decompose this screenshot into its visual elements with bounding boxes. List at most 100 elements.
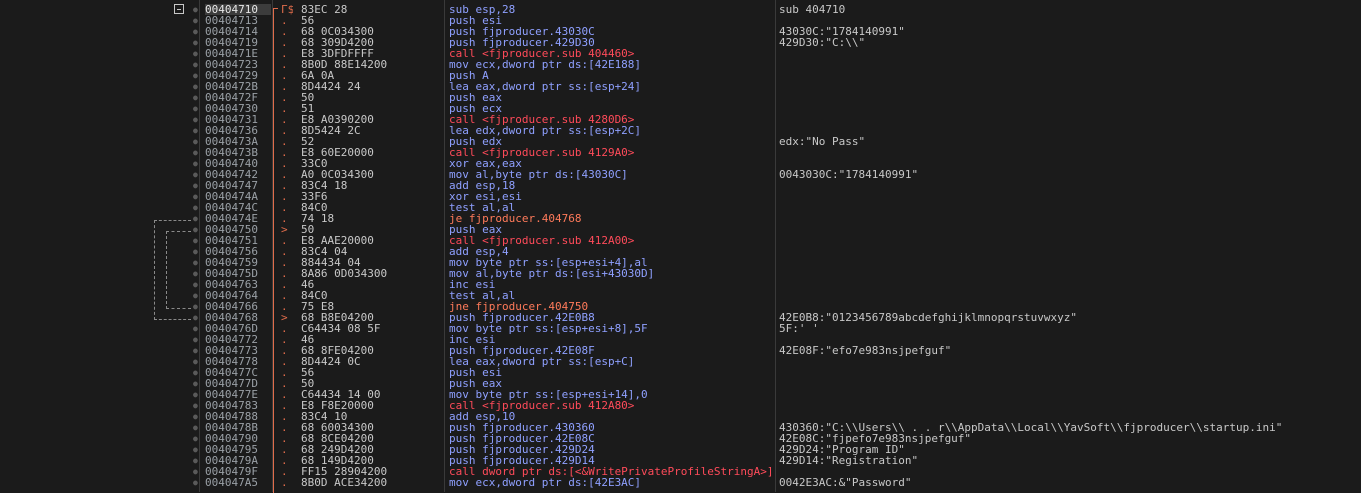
instruction-cell: lea edx,dword ptr ss:[esp+2C] [449, 125, 642, 136]
disasm-row[interactable]: ● 00404756. 83C4 04 add esp,4 [0, 246, 1361, 257]
breakpoint-dot-icon[interactable]: ● [193, 246, 201, 257]
disasm-row[interactable]: ● 0040474C. 84C0 test al,al [0, 202, 1361, 213]
disasm-row[interactable]: ● 00404731. E8 A0390200 call <fjproducer.su… [0, 114, 1361, 125]
disasm-row[interactable]: ● 00404795. 68 249D4200 push fjproducer.429… [0, 444, 1361, 455]
disasm-row[interactable]: ● 00404763. 46 inc esi [0, 279, 1361, 290]
comment-cell: 42E0B8:"0123456789abcdefghijklmnopqrstuv… [779, 312, 1078, 323]
breakpoint-dot-icon[interactable]: ● [193, 455, 201, 466]
breakpoint-dot-icon[interactable]: ● [193, 477, 201, 488]
breakpoint-dot-icon[interactable]: ● [193, 301, 201, 312]
disasm-row[interactable]: ● 0040477D. 50 push eax [0, 378, 1361, 389]
breakpoint-dot-icon[interactable]: ● [193, 224, 201, 235]
breakpoint-dot-icon[interactable]: ● [193, 48, 201, 59]
breakpoint-dot-icon[interactable]: ● [193, 411, 201, 422]
breakpoint-dot-icon[interactable]: ● [193, 389, 201, 400]
disassembly-view[interactable]: ● 00404710 Γ$ 83EC 28 sub esp,28 sub_404710 ● 0… [0, 4, 1361, 488]
instruction-cell: push eax [449, 378, 502, 389]
disasm-row[interactable]: ● 00404773. 68 8FE04200 push fjproducer.42E… [0, 345, 1361, 356]
disasm-row[interactable]: ● 00404764. 84C0 test al,al [0, 290, 1361, 301]
disasm-row[interactable]: ● 0040478B. 68 60034300 push fjproducer.430… [0, 422, 1361, 433]
disasm-row[interactable]: ● 00404713. 56 push esi [0, 15, 1361, 26]
instruction-cell: jne fjproducer.404750 [449, 301, 589, 312]
breakpoint-dot-icon[interactable]: ● [193, 103, 201, 114]
disasm-row[interactable]: ● 00404729. 6A 0A push A [0, 70, 1361, 81]
disasm-row[interactable]: ● 004047A5. 8B0D ACE34200 mov ecx,dword ptr… [0, 477, 1361, 488]
breakpoint-dot-icon[interactable]: ● [193, 279, 201, 290]
disasm-row[interactable]: ● 0040475D. 8A86 0D034300 mov al,byte ptr d… [0, 268, 1361, 279]
breakpoint-dot-icon[interactable]: ● [193, 213, 201, 224]
disasm-row[interactable]: ● 00404723. 8B0D 88E14200 mov ecx,dword ptr… [0, 59, 1361, 70]
breakpoint-dot-icon[interactable]: ● [193, 37, 201, 48]
disasm-row[interactable]: ● 0040477E. C64434 14 00 mov byte ptr ss:[e… [0, 389, 1361, 400]
breakpoint-dot-icon[interactable]: ● [193, 323, 201, 334]
breakpoint-dot-icon[interactable]: ● [193, 136, 201, 147]
disasm-row[interactable]: ● 00404719. 68 309D4200 push fjproducer.429… [0, 37, 1361, 48]
breakpoint-dot-icon[interactable]: ● [193, 125, 201, 136]
breakpoint-dot-icon[interactable]: ● [193, 114, 201, 125]
breakpoint-dot-icon[interactable]: ● [193, 158, 201, 169]
breakpoint-dot-icon[interactable]: ● [193, 180, 201, 191]
disasm-row[interactable]: ● 00404714. 68 0C034300 push fjproducer.430… [0, 26, 1361, 37]
flow-flag-cell: . [281, 345, 288, 356]
breakpoint-dot-icon[interactable]: ● [193, 422, 201, 433]
address-cell: 00404773 [205, 345, 258, 356]
disasm-row[interactable]: ● 00404766. 75 E8 jne fjproducer.404750 [0, 301, 1361, 312]
breakpoint-dot-icon[interactable]: ● [193, 400, 201, 411]
disasm-row[interactable]: ● 00404778. 8D4424 0C lea eax,dword ptr ss:… [0, 356, 1361, 367]
disasm-row[interactable]: ● 0040471E. E8 3DFDFFFF call <fjproducer.su… [0, 48, 1361, 59]
disasm-row[interactable]: ● 00404747. 83C4 18 add esp,18 [0, 180, 1361, 191]
disasm-row[interactable]: ● 00404730. 51 push ecx [0, 103, 1361, 114]
disasm-row[interactable]: ● 0040479F. FF15 28904200 call dword ptr ds… [0, 466, 1361, 477]
breakpoint-dot-icon[interactable]: ● [193, 257, 201, 268]
breakpoint-dot-icon[interactable]: ● [193, 4, 201, 15]
breakpoint-dot-icon[interactable]: ● [193, 191, 201, 202]
disasm-row[interactable]: ● 0040473A. 52 push edx edx:"No Pass" [0, 136, 1361, 147]
breakpoint-dot-icon[interactable]: ● [193, 92, 201, 103]
disasm-row[interactable]: ● 0040472F. 50 push eax [0, 92, 1361, 103]
disasm-row[interactable]: ● 00404783. E8 F8E20000 call <fjproducer.su… [0, 400, 1361, 411]
disasm-row[interactable]: ● 00404750 >50 push eax [0, 224, 1361, 235]
breakpoint-dot-icon[interactable]: ● [193, 367, 201, 378]
disasm-row[interactable]: ● 00404742. A0 0C034300 mov al,byte ptr ds:… [0, 169, 1361, 180]
comment-cell: 429D30:"C:\\" [779, 37, 866, 48]
instruction-cell: push fjproducer.430360 [449, 422, 595, 433]
breakpoint-dot-icon[interactable]: ● [193, 147, 201, 158]
disasm-row[interactable]: ● 00404751. E8 AAE20000 call <fjproducer.su… [0, 235, 1361, 246]
breakpoint-dot-icon[interactable]: ● [193, 378, 201, 389]
disasm-row[interactable]: ● 00404768 >68 B8E04200 push fjproducer.42E… [0, 312, 1361, 323]
disasm-row[interactable]: ● 00404788. 83C4 10 add esp,10 [0, 411, 1361, 422]
disasm-row[interactable]: ● 0040477C. 56 push esi [0, 367, 1361, 378]
disasm-row[interactable]: ● 0040473B. E8 60E20000 call <fjproducer.su… [0, 147, 1361, 158]
disasm-row[interactable]: ● 00404790. 68 8CE04200 push fjproducer.42E… [0, 433, 1361, 444]
breakpoint-dot-icon[interactable]: ● [193, 59, 201, 70]
breakpoint-dot-icon[interactable]: ● [193, 15, 201, 26]
breakpoint-dot-icon[interactable]: ● [193, 345, 201, 356]
flow-flag-cell: . [281, 323, 288, 334]
breakpoint-dot-icon[interactable]: ● [193, 334, 201, 345]
breakpoint-dot-icon[interactable]: ● [193, 356, 201, 367]
disasm-row[interactable]: ● 00404736. 8D5424 2C lea edx,dword ptr ss:… [0, 125, 1361, 136]
disasm-row[interactable]: ● 00404710 Γ$ 83EC 28 sub esp,28 sub_404710 [0, 4, 1361, 15]
disasm-row[interactable]: ● 0040472B. 8D4424 24 lea eax,dword ptr ss:… [0, 81, 1361, 92]
breakpoint-dot-icon[interactable]: ● [193, 312, 201, 323]
breakpoint-dot-icon[interactable]: ● [193, 81, 201, 92]
disasm-row[interactable]: ● 00404772. 46 inc esi [0, 334, 1361, 345]
breakpoint-dot-icon[interactable]: ● [193, 433, 201, 444]
breakpoint-dot-icon[interactable]: ● [193, 169, 201, 180]
breakpoint-dot-icon[interactable]: ● [193, 235, 201, 246]
disasm-row[interactable]: ● 0040476D. C64434 08 5F mov byte ptr ss:[e… [0, 323, 1361, 334]
disasm-row[interactable]: ● 0040474A. 33F6 xor esi,esi [0, 191, 1361, 202]
disasm-row[interactable]: ● 00404740. 33C0 xor eax,eax [0, 158, 1361, 169]
address-cell: 004047A5 [205, 477, 258, 488]
breakpoint-dot-icon[interactable]: ● [193, 202, 201, 213]
breakpoint-dot-icon[interactable]: ● [193, 290, 201, 301]
breakpoint-dot-icon[interactable]: ● [193, 26, 201, 37]
disasm-row[interactable]: ● 0040479A. 68 149D4200 push fjproducer.429… [0, 455, 1361, 466]
breakpoint-dot-icon[interactable]: ● [193, 444, 201, 455]
breakpoint-dot-icon[interactable]: ● [193, 466, 201, 477]
breakpoint-dot-icon[interactable]: ● [193, 70, 201, 81]
flow-flag-cell: . [281, 125, 288, 136]
breakpoint-dot-icon[interactable]: ● [193, 268, 201, 279]
disasm-row[interactable]: ● 0040474E. 74 18 je fjproducer.404768 [0, 213, 1361, 224]
disasm-row[interactable]: ● 00404759. 884434 04 mov byte ptr ss:[esp+… [0, 257, 1361, 268]
